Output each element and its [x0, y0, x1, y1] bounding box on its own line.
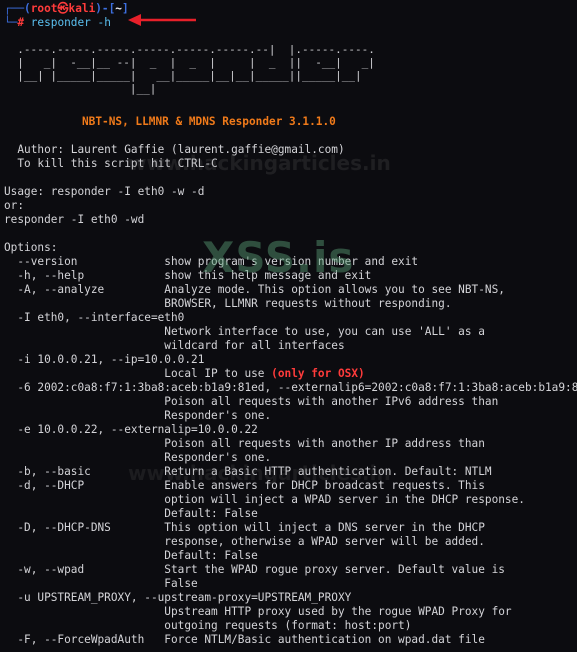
kill-hint-line: To kill this script hit CTRL-C	[4, 157, 218, 170]
option-line: -D, --DHCP-DNS This option will inject a…	[4, 521, 485, 534]
option-line: -F, --ForceWpadAuth Force NTLM/Basic aut…	[4, 633, 485, 646]
option-line: -u UPSTREAM_PROXY, --upstream-proxy=UPST…	[4, 591, 352, 604]
option-line: Upstream HTTP proxy used by the rogue WP…	[4, 605, 512, 618]
banner-line: |__|	[4, 82, 157, 95]
option-line: Local IP to use (only for OSX)	[4, 367, 365, 381]
option-line: -A, --analyze Analyze mode. This option …	[4, 283, 505, 296]
option-line: Default: False	[4, 549, 258, 562]
option-line: outgoing requests (format: host:port)	[4, 619, 412, 632]
prompt-corner-bottom: └─	[4, 16, 18, 29]
option-line: wildcard for all interfaces	[4, 339, 345, 352]
option-line: BROWSER, LLMNR requests without respondi…	[4, 297, 452, 310]
author-line: Author: Laurent Gaffie (laurent.gaffie@g…	[4, 143, 345, 156]
banner-line: .----.-----.-----.-----.-----.-----.--| …	[4, 43, 375, 56]
responder-title: NBT-NS, LLMNR & MDNS Responder 3.1.1.0	[82, 115, 336, 128]
option-line: response, otherwise a WPAD server will b…	[4, 535, 485, 548]
option-line: --version show program's version number …	[4, 255, 419, 268]
option-line: -w, --wpad Start the WPAD rogue proxy se…	[4, 563, 505, 576]
option-line: option will inject a WPAD server in the …	[4, 493, 525, 506]
option-line: -i 10.0.0.21, --ip=10.0.0.21	[4, 353, 205, 366]
terminal-window[interactable]: ┌──(root㉿kali)-[~] └─# responder -h .---…	[0, 0, 577, 652]
command-line[interactable]: └─# responder -h	[4, 16, 111, 30]
option-line: -h, --help show this help message and ex…	[4, 269, 372, 282]
banner-line: | _| -__|__ --| _ | _ | | _ || -__| _|	[4, 56, 375, 69]
option-line: Network interface to use, you can use 'A…	[4, 325, 485, 338]
prompt-separator: )-[	[95, 2, 116, 15]
option-line: Responder's one.	[4, 451, 272, 464]
option-line: -b, --basic Return a Basic HTTP authenti…	[4, 465, 492, 478]
prompt-corner: ┌──(	[4, 2, 31, 15]
option-line: -6 2002:c0a8:f7:1:3ba8:aceb:b1a9:81ed, -…	[4, 381, 577, 394]
prompt-header: ┌──(root㉿kali)-[~]	[4, 2, 129, 16]
option-line: Poison all requests with another IPv6 ad…	[4, 395, 499, 408]
option-line: -d, --DHCP Enable answers for DHCP broad…	[4, 479, 485, 492]
usage-line: or:	[4, 199, 25, 212]
option-line: Default: False	[4, 507, 258, 520]
prompt-user: root㉿kali	[30, 2, 96, 15]
prompt-hash: #	[17, 16, 25, 29]
red-arrow-icon	[128, 14, 196, 26]
option-line: -e 10.0.0.22, --externalip=10.0.0.22	[4, 423, 258, 436]
usage-line: Usage: responder -I eth0 -w -d	[4, 185, 205, 198]
option-line: Poison all requests with another IP addr…	[4, 437, 485, 450]
banner-line: |__| |_____|_____| __|_____|__|__|_____|…	[4, 69, 362, 82]
command-text: responder -h	[30, 16, 111, 29]
options-header: Options:	[4, 241, 58, 254]
prompt-path: ~	[115, 2, 122, 15]
osx-note: (only for OSX)	[271, 367, 365, 380]
usage-line: responder -I eth0 -wd	[4, 213, 145, 226]
local-ip-text: Local IP to use	[4, 367, 272, 380]
option-line: False	[4, 577, 198, 590]
option-line: Responder's one.	[4, 409, 272, 422]
option-line: -I eth0, --interface=eth0	[4, 311, 185, 324]
